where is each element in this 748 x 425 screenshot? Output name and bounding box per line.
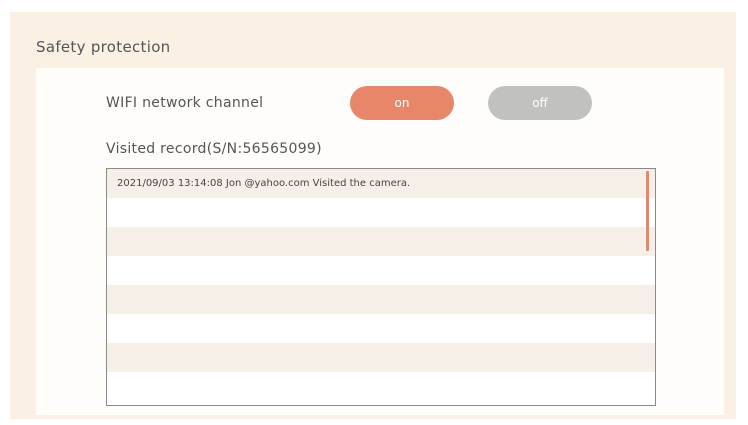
section-title: Safety protection [36,38,171,56]
wifi-channel-label: WIFI network channel [106,95,264,111]
visited-record-label: Visited record(S/N:56565099) [106,141,322,157]
settings-panel: WIFI network channel on off Visited reco… [36,68,724,415]
scrollbar-thumb[interactable] [646,171,649,251]
record-row [107,343,655,372]
safety-protection-section: Safety protection WIFI network channel o… [10,12,736,419]
visited-record-list[interactable]: 2021/09/03 13:14:08 Jon @yahoo.com Visit… [106,168,656,406]
record-row [107,227,655,256]
record-row [107,285,655,314]
wifi-on-button[interactable]: on [350,86,454,120]
record-row [107,372,655,401]
record-row: 2021/09/03 13:14:08 Jon @yahoo.com Visit… [107,169,655,198]
record-row [107,314,655,343]
wifi-off-button[interactable]: off [488,86,592,120]
record-row [107,256,655,285]
record-row [107,198,655,227]
